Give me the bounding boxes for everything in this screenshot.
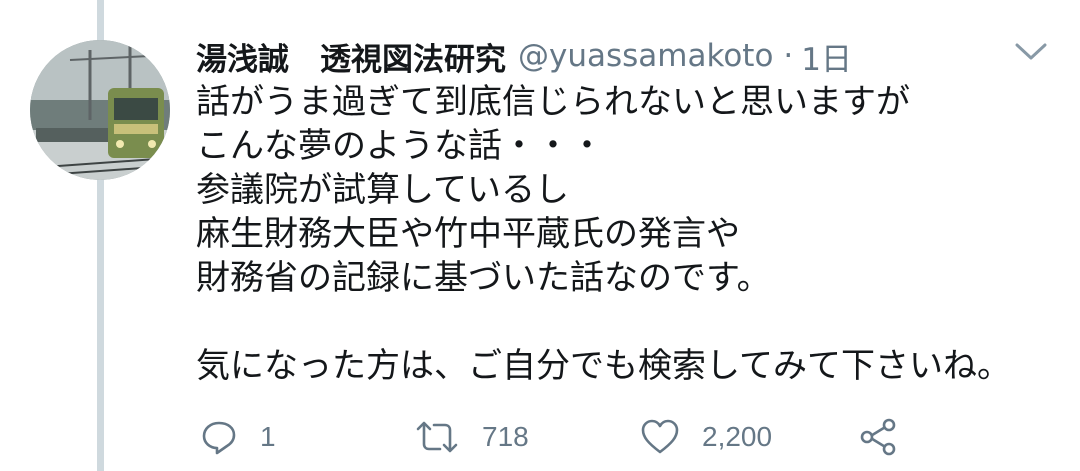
separator-dot: · — [783, 38, 794, 74]
share-icon — [860, 418, 896, 456]
tweet-actions: 1 718 2,200 — [196, 412, 916, 462]
tweet-text-line: 参議院が試算しているし — [196, 170, 569, 210]
tweet-text-line: こんな夢のような話・・・ — [196, 126, 604, 166]
reply-count: 1 — [260, 421, 276, 452]
tweet-text-line: 麻生財務大臣や竹中平蔵氏の発言や — [196, 214, 740, 254]
reply-icon — [202, 421, 236, 455]
tweet-text: 話がうま過ぎて到底信じられないと思いますが こんな夢のような話・・・ 参議院が試… — [196, 80, 1056, 388]
retweet-count: 718 — [482, 421, 529, 452]
like-count: 2,200 — [702, 421, 773, 452]
tweet-text-line-blank — [196, 300, 1056, 344]
tweet-text-line: 話がうま過ぎて到底信じられないと思いますが — [196, 82, 910, 122]
tweet-menu-button[interactable] — [1013, 40, 1049, 64]
retweet-button[interactable]: 718 — [414, 412, 529, 462]
author-display-name[interactable]: 湯浅誠 透視図法研究 — [196, 34, 506, 79]
retweet-icon — [416, 421, 458, 453]
avatar-train-photo — [30, 40, 170, 180]
share-button[interactable] — [858, 412, 898, 462]
tweet-text-line: 財務省の記録に基づいた話なのです。 — [196, 258, 771, 298]
avatar[interactable] — [30, 40, 170, 180]
tweet-header: 湯浅誠 透視図法研究 @yuassamakoto · 1日 — [196, 32, 852, 80]
heart-icon — [641, 419, 679, 454]
reply-button[interactable]: 1 — [200, 412, 276, 462]
chevron-down-icon — [1015, 43, 1047, 60]
tweet-timestamp[interactable]: 1日 — [801, 34, 852, 79]
author-handle[interactable]: @yuassamakoto — [518, 38, 773, 74]
like-button[interactable]: 2,200 — [640, 412, 772, 462]
tweet-text-line: 気になった方は、ご自分でも検索してみて下さいね。 — [196, 346, 1011, 386]
